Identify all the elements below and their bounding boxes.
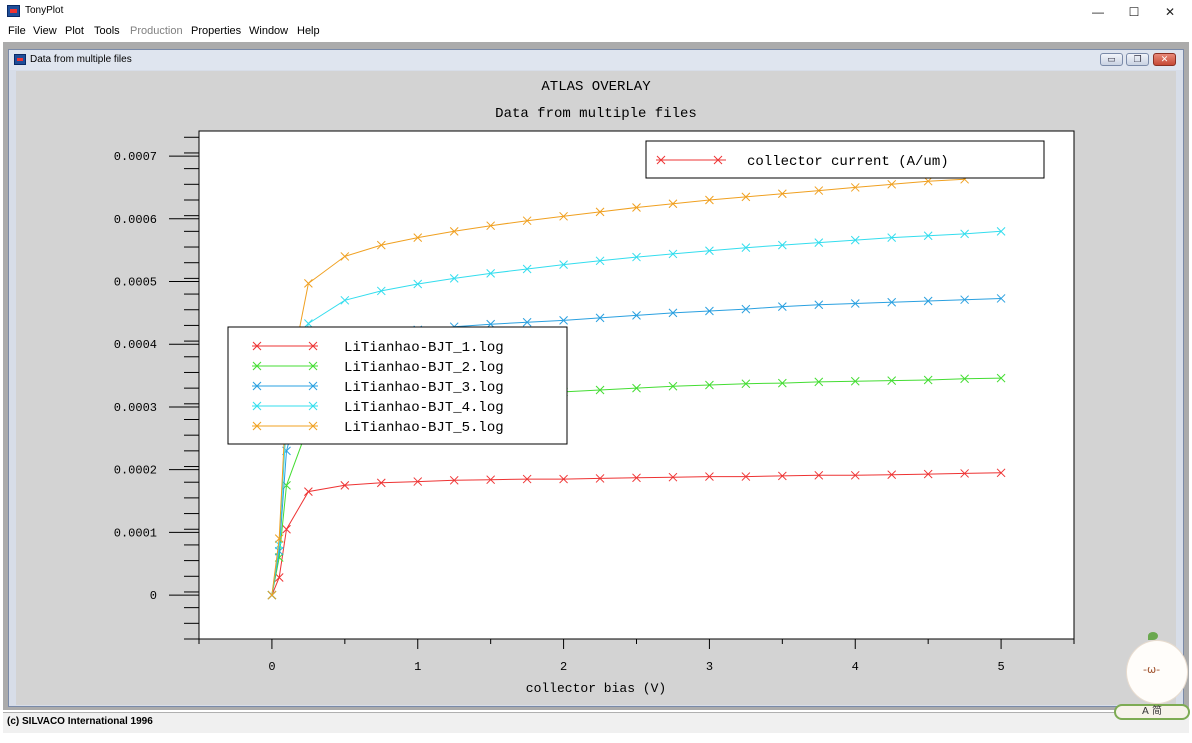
menu-plot[interactable]: Plot: [65, 25, 84, 37]
plot-window-icon: [14, 54, 26, 65]
legend-label: LiTianhao-BJT_2.log: [344, 360, 504, 376]
x-tick-label: 1: [414, 660, 421, 674]
x-tick-label: 0: [268, 660, 275, 674]
child-close-button[interactable]: ✕: [1153, 53, 1176, 66]
close-button[interactable]: ✕: [1155, 2, 1185, 22]
menu-view[interactable]: View: [33, 25, 57, 37]
menu-window[interactable]: Window: [249, 25, 288, 37]
title-bar: TonyPlot — ☐ ✕: [0, 0, 1192, 24]
chart-svg: ATLAS OVERLAY Data from multiple files c…: [114, 79, 1075, 696]
series-legend: LiTianhao-BJT_1.log LiTianhao-BJT_2.log Li…: [227, 326, 568, 445]
maximize-button[interactable]: ☐: [1119, 2, 1149, 22]
menu-bar: File View Plot Tools Production Properti…: [0, 24, 1192, 41]
x-tick-label: 5: [997, 660, 1004, 674]
menu-tools[interactable]: Tools: [94, 25, 120, 37]
ime-indicator[interactable]: A 简: [1114, 704, 1190, 720]
plot-window-titlebar[interactable]: Data from multiple files ▭ ❐ ✕: [9, 50, 1183, 70]
legend-label: LiTianhao-BJT_5.log: [344, 420, 504, 436]
menu-file[interactable]: File: [8, 25, 26, 37]
menu-production: Production: [130, 25, 183, 37]
x-axis-label: collector bias (V): [526, 681, 666, 696]
child-restore-button[interactable]: ❐: [1126, 53, 1149, 66]
menu-properties[interactable]: Properties: [191, 25, 241, 37]
app-icon: [7, 5, 20, 17]
y-tick-label: 0.0007: [114, 150, 157, 164]
y-tick-label: 0: [150, 589, 157, 603]
status-text: (c) SILVACO International 1996: [7, 716, 153, 727]
status-bar: (c) SILVACO International 1996: [3, 712, 1189, 733]
plot-canvas[interactable]: ATLAS OVERLAY Data from multiple files c…: [16, 71, 1176, 705]
y-tick-label: 0.0003: [114, 401, 157, 415]
child-minimize-button[interactable]: ▭: [1100, 53, 1123, 66]
quantity-legend: collector current (A/um): [645, 140, 1045, 179]
quantity-legend-label: collector current (A/um): [747, 154, 949, 170]
chart-subtitle: Data from multiple files: [495, 106, 697, 122]
y-tick-label: 0.0005: [114, 276, 157, 290]
x-tick-label: 2: [560, 660, 567, 674]
mascot-face: -ω-: [1143, 663, 1161, 676]
y-tick-label: 0.0004: [114, 338, 157, 352]
taskbar-strip: [0, 733, 1192, 743]
x-tick-label: 4: [852, 660, 859, 674]
x-tick-label: 3: [706, 660, 713, 674]
y-tick-label: 0.0002: [114, 464, 157, 478]
chart-title: ATLAS OVERLAY: [541, 79, 651, 95]
leaf-icon: [1148, 632, 1158, 640]
y-tick-label: 0.0001: [114, 526, 157, 540]
legend-label: LiTianhao-BJT_1.log: [344, 340, 504, 356]
plot-window-title: Data from multiple files: [30, 54, 132, 65]
mascot-widget[interactable]: -ω-: [1126, 640, 1188, 704]
app-title: TonyPlot: [25, 5, 64, 16]
legend-label: LiTianhao-BJT_4.log: [344, 400, 504, 416]
legend-label: LiTianhao-BJT_3.log: [344, 380, 504, 396]
y-tick-label: 0.0006: [114, 213, 157, 227]
minimize-button[interactable]: —: [1083, 2, 1113, 22]
menu-help[interactable]: Help: [297, 25, 320, 37]
